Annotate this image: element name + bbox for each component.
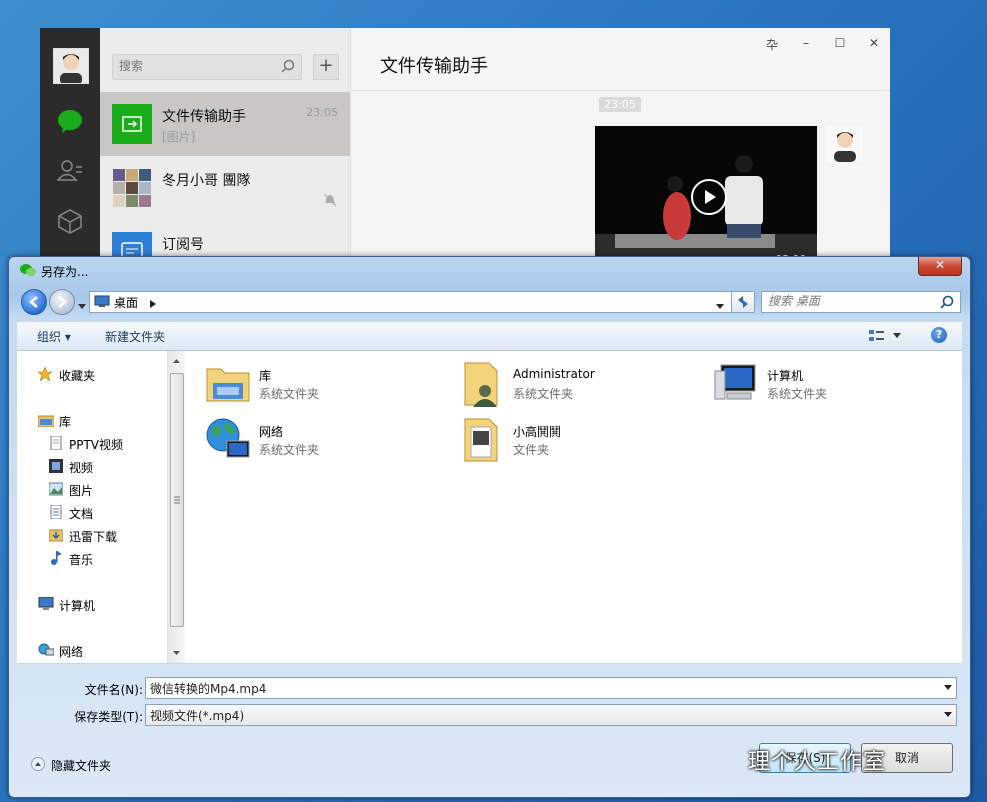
- forward-button[interactable]: [49, 289, 75, 315]
- file-list: 库 系统文件夹 Administrator 系统文件夹 计算机 系统文件夹 网络…: [185, 351, 962, 663]
- save-as-dialog: 另存为... ✕ 桌面 组织 ▾ 新建文件夹 ?: [8, 256, 971, 798]
- search-box[interactable]: [761, 291, 961, 313]
- search-box[interactable]: [112, 54, 302, 80]
- dialog-title: 另存为...: [41, 265, 89, 279]
- group-avatar: [112, 168, 152, 208]
- star-icon: [37, 366, 53, 382]
- maximize-button[interactable]: ☐: [833, 36, 847, 50]
- file-name: 库: [259, 369, 272, 383]
- minimize-button[interactable]: –: [799, 36, 813, 50]
- search-icon: [940, 295, 954, 312]
- filetype-label: 保存类型(T):: [74, 710, 143, 724]
- breadcrumb[interactable]: 桌面: [114, 294, 138, 311]
- file-transfer-icon: [112, 104, 152, 144]
- avatar[interactable]: [53, 48, 89, 84]
- file-name: 小高鬨鬨: [513, 425, 562, 439]
- divider: [351, 90, 890, 91]
- refresh-button[interactable]: [731, 291, 755, 313]
- music-icon: [49, 551, 63, 565]
- file-type: 文件夹: [513, 443, 550, 457]
- conversation-name: 订阅号: [162, 237, 204, 253]
- conversation-name: 冬月小哥 團隊: [162, 173, 251, 189]
- library-icon: [37, 413, 55, 428]
- conversation-item[interactable]: 文件传输助手 [图片] 23:05: [100, 92, 350, 156]
- folder-icon: [459, 417, 505, 463]
- file-type: 系统文件夹: [767, 387, 828, 401]
- filetype-value: 视频文件(*.mp4): [150, 709, 245, 723]
- organize-button[interactable]: 组织 ▾: [37, 328, 71, 345]
- file-item[interactable]: 计算机 系统文件夹: [713, 361, 953, 409]
- browser-pane: 收藏夹 库 PPTV视频 视频 图片 文档 迅雷下载 音乐 计算机 网络 库 系…: [17, 351, 962, 664]
- add-button[interactable]: +: [313, 54, 339, 80]
- library-doc-icon: [49, 435, 63, 451]
- chat-title: 文件传输助手: [380, 56, 488, 77]
- file-type: 系统文件夹: [259, 443, 320, 457]
- download-icon: [48, 528, 64, 542]
- picture-icon: [48, 482, 64, 496]
- message-time: 23:05: [599, 97, 641, 112]
- file-item[interactable]: 库 系统文件夹: [205, 361, 445, 409]
- filetype-select[interactable]: 视频文件(*.mp4): [145, 704, 957, 726]
- network-icon: [38, 643, 55, 657]
- close-button[interactable]: ✕: [867, 36, 881, 50]
- file-type: 系统文件夹: [513, 387, 574, 401]
- scrollbar-thumb[interactable]: [170, 373, 184, 627]
- conversation-name: 文件传输助手: [162, 109, 246, 125]
- network-globe-icon: [205, 417, 251, 463]
- file-name: Administrator: [513, 367, 595, 381]
- chevron-up-icon: [31, 757, 45, 771]
- chevron-down-icon[interactable]: [944, 685, 952, 690]
- back-button[interactable]: [21, 289, 47, 315]
- file-name: 网络: [259, 425, 284, 439]
- file-item[interactable]: Administrator 系统文件夹: [459, 361, 699, 409]
- conversation-item[interactable]: 冬月小哥 團隊: [100, 156, 350, 220]
- recent-dropdown-icon[interactable]: [78, 299, 86, 313]
- navigation-tree: 收藏夹 库 PPTV视频 视频 图片 文档 迅雷下载 音乐 计算机 网络: [17, 351, 167, 663]
- chevron-down-icon[interactable]: [944, 712, 952, 717]
- close-button[interactable]: ✕: [918, 257, 962, 276]
- user-folder-icon: [459, 361, 505, 407]
- desktop-icon: [94, 295, 110, 311]
- library-folder-icon: [205, 361, 251, 407]
- pin-button[interactable]: 卆: [765, 36, 779, 53]
- watermark: 理个人工作室: [748, 750, 887, 775]
- avatar[interactable]: [827, 126, 863, 162]
- contacts-icon[interactable]: [56, 158, 83, 184]
- search-input[interactable]: [113, 55, 285, 77]
- new-folder-button[interactable]: 新建文件夹: [105, 328, 165, 345]
- computer-icon: [38, 596, 54, 611]
- video-icon: [49, 459, 63, 473]
- computer-icon: [713, 361, 759, 407]
- chevron-down-icon[interactable]: [716, 299, 724, 313]
- tree-scrollbar[interactable]: [167, 351, 185, 663]
- play-icon[interactable]: [691, 179, 727, 215]
- document-icon: [49, 504, 63, 520]
- video-message[interactable]: 03:11: [595, 126, 817, 264]
- mute-bell-icon: [323, 193, 337, 209]
- filename-value[interactable]: 微信转换的Mp4.mp4: [150, 680, 266, 697]
- filename-label: 文件名(N):: [84, 683, 143, 697]
- search-icon: [281, 59, 295, 76]
- conversation-time: 23:05: [306, 106, 338, 119]
- hide-folders-label: 隐藏文件夹: [51, 759, 112, 773]
- file-type: 系统文件夹: [259, 387, 320, 401]
- chat-icon[interactable]: [57, 108, 83, 134]
- file-item[interactable]: 小高鬨鬨 文件夹: [459, 417, 699, 465]
- collection-cube-icon[interactable]: [57, 208, 83, 234]
- view-options-icon[interactable]: [869, 329, 901, 346]
- search-input[interactable]: [762, 292, 944, 310]
- help-icon[interactable]: ?: [931, 327, 947, 343]
- file-item[interactable]: 网络 系统文件夹: [205, 417, 445, 465]
- address-bar[interactable]: 桌面: [89, 291, 755, 313]
- toolbar: 组织 ▾ 新建文件夹 ?: [17, 321, 962, 351]
- file-name: 计算机: [767, 369, 804, 383]
- chevron-right-icon[interactable]: [150, 297, 156, 311]
- wechat-logo-icon: [19, 263, 37, 280]
- filename-field[interactable]: 微信转换的Mp4.mp4: [145, 677, 957, 699]
- conversation-preview: [图片]: [162, 130, 196, 144]
